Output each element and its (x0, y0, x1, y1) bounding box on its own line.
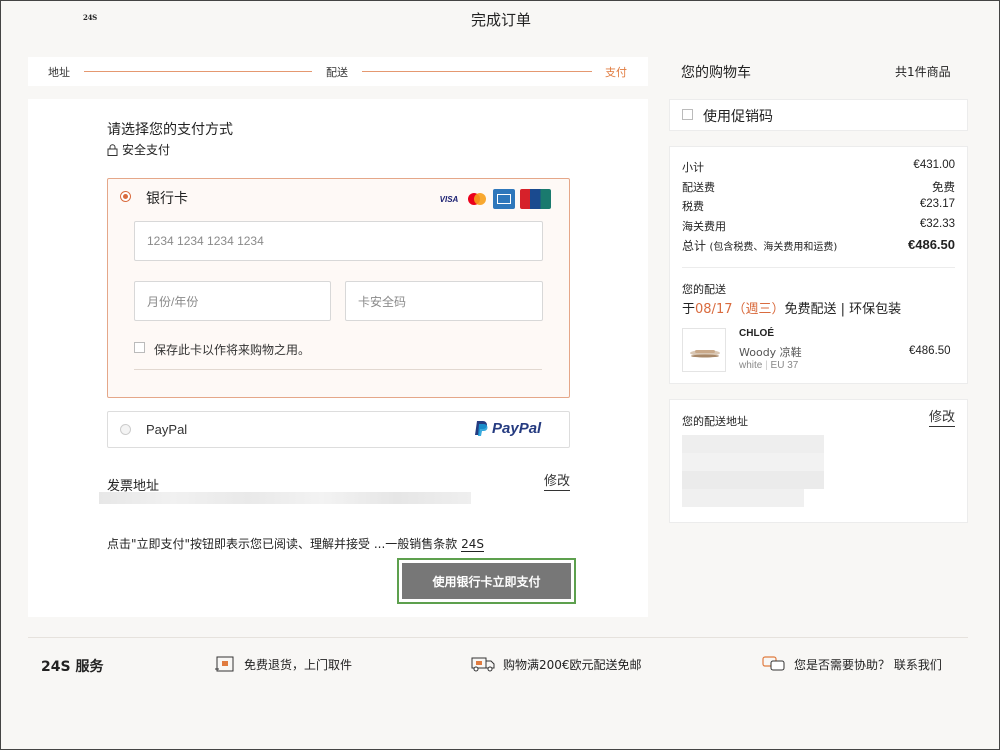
summary-row-total: 总计 (包含税费、海关费用和运费) €486.50 (682, 237, 955, 254)
delivery-date: 08/17（週三） (695, 302, 785, 317)
lock-icon (107, 143, 118, 156)
shipping-address-redacted (682, 435, 824, 453)
promo-label[interactable]: 使用促销码 (703, 106, 773, 126)
summary-label: 小计 (682, 161, 704, 174)
shipping-address-redacted (682, 453, 824, 471)
summary-value: €431.00 (913, 159, 955, 171)
cart-count: 共1件商品 (895, 65, 951, 79)
summary-label: 海关费用 (682, 220, 726, 233)
summary-row-tax: 税费 €23.17 (682, 198, 955, 214)
card-number-input[interactable]: 1234 1234 1234 1234 (134, 221, 543, 261)
step-line-2 (362, 71, 592, 72)
total-label: 总计 (包含税费、海关费用和运费) (682, 239, 838, 253)
mastercard-icon (465, 189, 489, 209)
sandal-image (690, 350, 720, 358)
expiry-input[interactable]: 月份/年份 (134, 281, 331, 321)
footer-title: 24S 服务 (41, 659, 104, 675)
step-delivery[interactable]: 配送 (326, 64, 348, 80)
cvc-input[interactable]: 卡安全码 (345, 281, 543, 321)
product-name[interactable]: Woody 凉鞋 (739, 344, 802, 360)
summary-value: €32.33 (919, 218, 955, 230)
product-thumbnail[interactable] (682, 328, 726, 372)
summary-row-shipping: 配送费 免费 (682, 179, 955, 195)
shipping-address-redacted (682, 471, 824, 489)
footer-divider (28, 637, 968, 638)
shipping-address-redacted (682, 489, 804, 507)
truck-icon (471, 657, 495, 672)
summary-row-customs: 海关费用 €32.33 (682, 218, 955, 234)
delivery-title: 您的配送 (682, 283, 726, 296)
visa-icon: VISA (439, 194, 459, 204)
summary-label: 税费 (682, 200, 704, 213)
secure-payment: 安全支付 (107, 141, 170, 158)
save-card-checkbox[interactable] (134, 342, 145, 353)
product-price: €486.50 (909, 345, 951, 357)
page-title: 完成订单 (470, 11, 531, 29)
paypal-p-icon (475, 421, 488, 436)
checkout-stepper: 地址 配送 支付 (28, 57, 648, 86)
billing-edit-link[interactable]: 修改 (544, 474, 571, 491)
shipping-address-title: 您的配送地址 (682, 415, 748, 428)
paypal-radio[interactable] (120, 424, 131, 435)
footer-free-shipping[interactable]: 购物满200€欧元配送免邮 (471, 655, 642, 673)
chat-bubbles-icon (762, 656, 785, 671)
amex-icon (493, 189, 515, 209)
summary-label: 配送费 (682, 181, 715, 194)
step-address[interactable]: 地址 (48, 64, 70, 80)
footer-returns[interactable]: 免费退货，上门取件 (214, 655, 352, 673)
paypal-logo: PayPal (474, 420, 541, 437)
terms-link[interactable]: 24S (461, 537, 485, 552)
pay-now-button[interactable]: 使用银行卡立即支付 (402, 563, 571, 599)
promo-checkbox[interactable] (682, 109, 693, 120)
footer-contact[interactable]: 您是否需要协助？ 联系我们 (762, 655, 942, 673)
total-value: €486.50 (908, 237, 955, 252)
product-meta: white | EU 37 (739, 360, 799, 371)
paypal-wordmark: PayPal (492, 420, 542, 437)
save-card-label[interactable]: 保存此卡以作将来购物之用。 (154, 341, 310, 358)
secure-payment-label: 安全支付 (122, 143, 171, 157)
billing-address-redacted (99, 492, 471, 504)
card-divider (134, 369, 542, 370)
summary-value: €23.17 (919, 198, 955, 210)
summary-value: 免费 (932, 182, 955, 194)
step-payment: 支付 (605, 66, 627, 79)
payment-method-title: 请选择您的支付方式 (107, 122, 233, 138)
card-option-label[interactable]: 银行卡 (146, 188, 188, 208)
shipping-edit-link[interactable]: 修改 (929, 410, 956, 427)
paypal-option-label[interactable]: PayPal (146, 422, 187, 437)
delivery-info: 于08/17（週三）免费配送 | 环保包装 (682, 302, 902, 317)
summary-divider (682, 267, 955, 268)
terms-text: 点击"立即支付"按钮即表示您已阅读、理解并接受 ...一般销售条款 24S (107, 535, 485, 552)
terms-body: 点击"立即支付"按钮即表示您已阅读、理解并接受 ...一般销售条款 (107, 537, 462, 551)
unionpay-icon (520, 189, 551, 209)
card-radio[interactable] (120, 191, 131, 202)
product-brand: CHLOÉ (739, 328, 774, 339)
cart-title: 您的购物车 (681, 65, 751, 81)
return-box-icon (215, 656, 234, 672)
step-line-1 (84, 71, 312, 72)
summary-row-subtotal: 小计 €431.00 (682, 159, 955, 175)
